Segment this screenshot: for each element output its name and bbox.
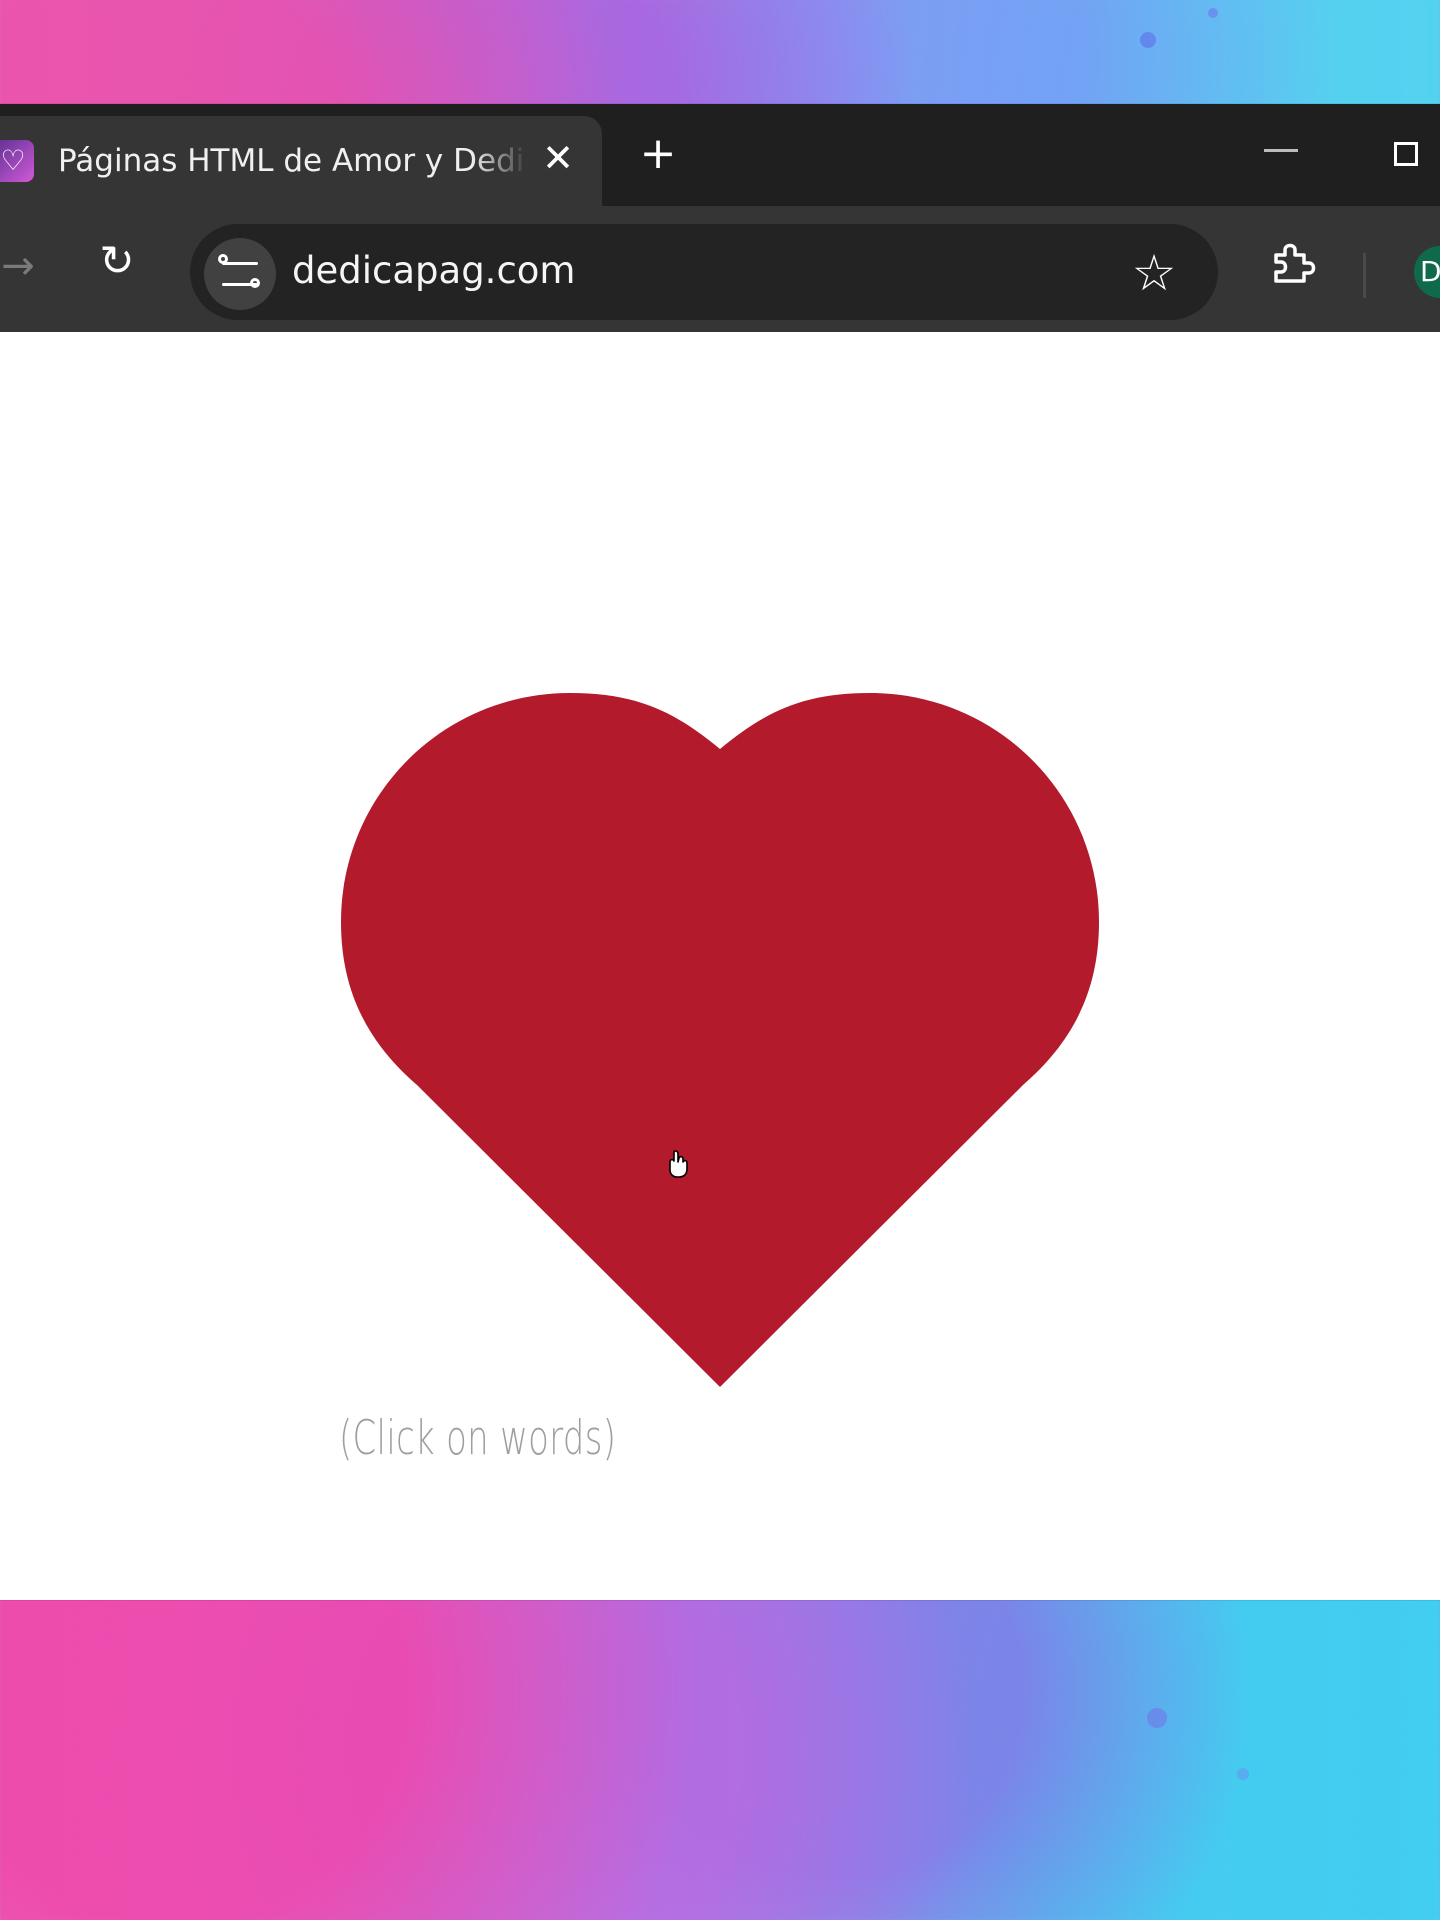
toolbar-divider [1363,253,1366,298]
browser-window: ♡ Páginas HTML de Amor y Dedic ✕ + → ↻ d… [0,104,1440,1600]
maximize-icon[interactable] [1394,142,1418,166]
browser-toolbar: → ↻ dedicapag.com ☆ D [0,206,1440,332]
web-page: (Click on words) [0,332,1440,1600]
tab-title: Páginas HTML de Amor y Dedic [58,143,528,179]
watercolor-splash [1237,1768,1249,1780]
extensions-icon[interactable] [1266,236,1318,288]
heart-shape[interactable] [341,693,1099,1387]
tab-strip: ♡ Páginas HTML de Amor y Dedic ✕ + [0,104,1440,206]
url-text[interactable]: dedicapag.com [292,245,575,297]
browser-tab[interactable]: ♡ Páginas HTML de Amor y Dedic ✕ [0,116,602,206]
site-info-dot-icon [250,278,260,288]
star-icon[interactable]: ☆ [1128,247,1180,299]
profile-avatar[interactable]: D [1414,246,1440,298]
hand-cursor-icon [669,1150,688,1178]
watercolor-splash [1147,1708,1167,1728]
click-hint-text: (Click on words) [339,1411,617,1466]
site-info-line-icon [222,262,258,265]
site-info-dot-icon [218,254,228,264]
heart-favicon-icon: ♡ [0,140,34,182]
close-icon[interactable]: ✕ [538,138,578,178]
new-tab-icon[interactable]: + [638,132,678,176]
minimize-icon[interactable] [1264,149,1298,152]
address-bar[interactable]: dedicapag.com ☆ [190,224,1218,320]
watercolor-splash [1208,8,1218,18]
reload-icon[interactable]: ↻ [94,238,140,284]
forward-icon[interactable]: → [0,244,36,288]
watercolor-splash [1140,32,1156,48]
site-info-icon[interactable] [204,238,276,310]
